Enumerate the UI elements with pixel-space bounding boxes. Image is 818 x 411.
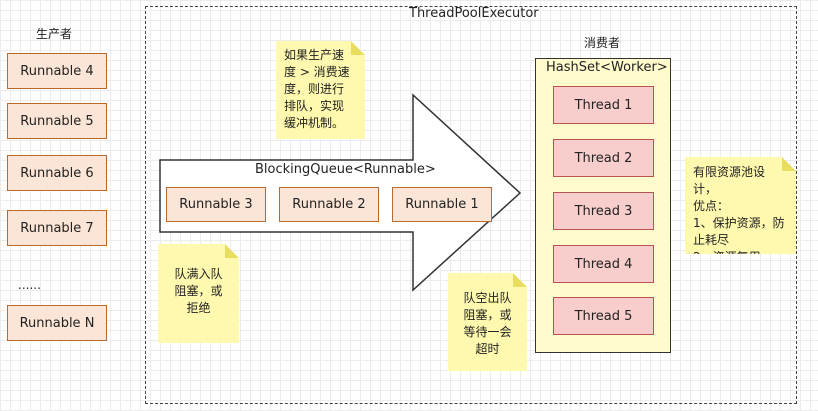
- queue-task: Runnable 3: [166, 187, 266, 222]
- note-line: 阻塞，或: [174, 284, 223, 298]
- note-pool-design: 有限资源池设计， 优点： 1、保护资源，防 止耗尽 2、资源复用。: [685, 157, 796, 254]
- note-line: 度，则进行: [284, 82, 345, 96]
- queue-task: Runnable 2: [279, 187, 379, 222]
- thread-box: Thread 1: [553, 86, 654, 124]
- note-line: 队满入队: [174, 267, 223, 281]
- note-line: 有限资源池设计，: [693, 165, 766, 196]
- note-line: 阻塞，或: [463, 308, 512, 322]
- worker-set-title: HashSet<Worker>: [546, 60, 668, 75]
- note-line: 排队，实现: [284, 99, 345, 113]
- note-line: 如果生产速: [284, 48, 345, 62]
- note-queue-empty: 队空出队 阻塞，或 等待一会 超时: [448, 273, 527, 371]
- note-line: 拒绝: [186, 301, 211, 315]
- thread-box: Thread 3: [553, 192, 654, 230]
- note-line: 度 > 消费速: [284, 65, 350, 79]
- note-queue-full: 队满入队 阻塞，或 拒绝: [158, 244, 239, 343]
- note-line: 等待一会: [463, 325, 512, 339]
- queue-title: BlockingQueue<Runnable>: [255, 162, 436, 177]
- note-line: 缓冲机制。: [284, 116, 345, 130]
- queue-task: Runnable 1: [392, 187, 492, 222]
- note-line: 优点：: [693, 199, 730, 213]
- note-line: 1、保护资源，防: [693, 216, 785, 230]
- consumer-title: 消费者: [584, 36, 621, 50]
- note-buffering: 如果生产速 度 > 消费速 度，则进行 排队，实现 缓冲机制。: [276, 41, 365, 139]
- note-line: 超时: [475, 342, 500, 356]
- thread-box: Thread 2: [553, 139, 654, 177]
- note-line: 队空出队: [463, 291, 512, 305]
- note-line: 止耗尽: [693, 233, 730, 247]
- thread-box: Thread 4: [553, 245, 654, 283]
- thread-box: Thread 5: [553, 297, 654, 335]
